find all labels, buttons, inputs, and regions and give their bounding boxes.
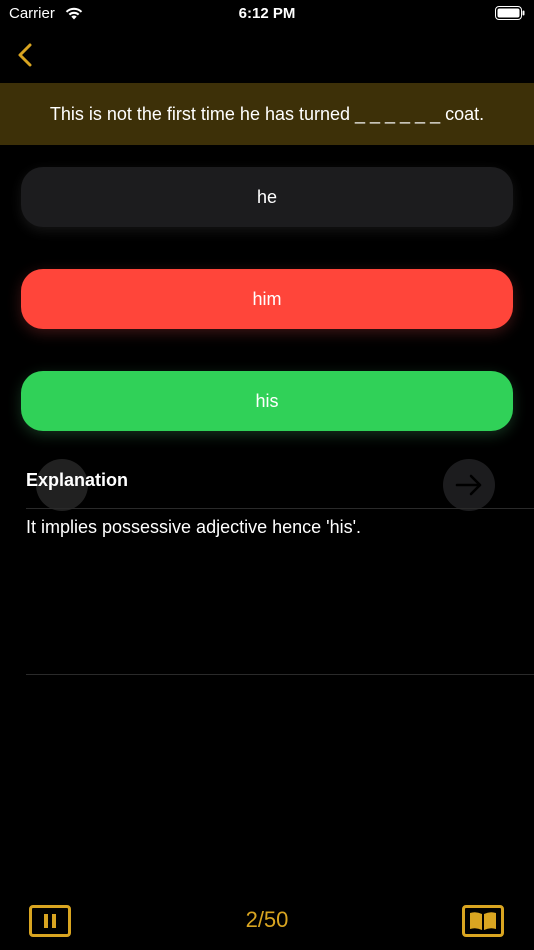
answer-option-label: he [256, 186, 278, 207]
answer-option-him[interactable]: him [21, 269, 513, 329]
divider [26, 674, 534, 675]
answer-option-his[interactable]: his [21, 371, 513, 431]
explanation-heading: Explanation [26, 470, 129, 490]
quiz-screen: Carrier 6:12 PM This is not the first ti… [0, 0, 534, 950]
answer-option-label: him [252, 288, 282, 309]
battery-icon [495, 6, 525, 20]
status-bar: Carrier 6:12 PM [0, 0, 534, 30]
chevron-left-icon [18, 43, 32, 67]
divider [26, 508, 534, 509]
answer-option-he[interactable]: he [21, 167, 513, 227]
question-banner: This is not the first time he has turned… [0, 83, 534, 145]
arrow-right-icon [455, 474, 482, 496]
question-progress: 2/50 [245, 907, 289, 932]
explanation-text: It implies possessive adjective hence 'h… [26, 517, 362, 537]
next-button[interactable] [443, 459, 495, 511]
book-button[interactable] [462, 905, 504, 937]
answer-option-label: his [255, 390, 279, 411]
clock: 6:12 PM [238, 5, 296, 22]
question-text: This is not the first time he has turned… [49, 103, 485, 124]
book-icon [470, 912, 496, 930]
back-button[interactable] [12, 40, 40, 70]
